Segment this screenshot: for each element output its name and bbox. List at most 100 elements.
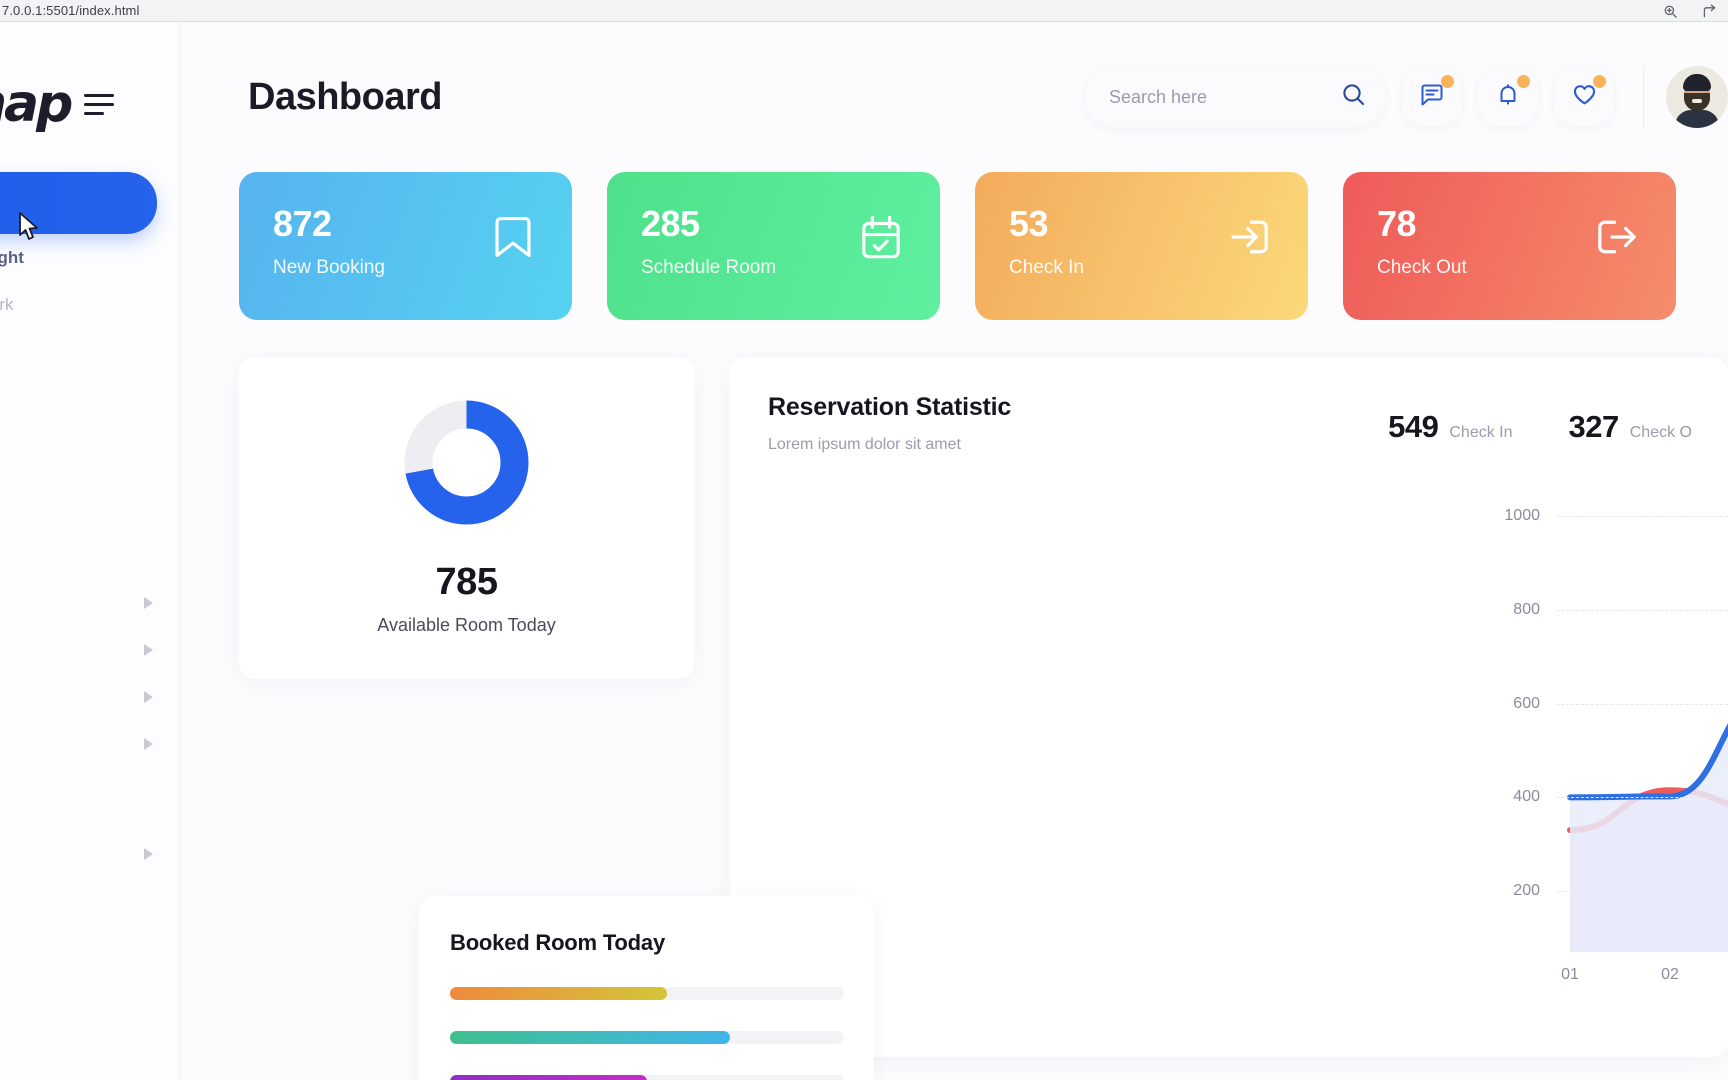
favorites-icon-button[interactable] [1555,68,1613,126]
stat-value: 53 [1009,203,1049,244]
notification-icon-button[interactable] [1479,68,1537,126]
sidebar-item-label: ms [0,844,144,864]
chevron-right-icon [144,596,153,609]
hamburger-icon[interactable] [84,93,115,115]
chart-title: Reservation Statistic [768,393,1012,421]
gridline [1556,516,1728,518]
stat-label: Schedule Room [641,257,777,278]
sidebar-item-label: shboard [0,193,131,213]
sidebar-item-13[interactable]: ms [0,830,179,877]
stat-cards-row: 872 New Booking 285 Schedule Room 53 Check In… [180,172,1728,320]
sidebar-item-label: dget [0,797,153,817]
booked-room-title: Booked Room Today [450,930,665,955]
reservation-chart-plot: 10008006004002000102030405060708091011 [730,492,1728,992]
sidebar-item-4[interactable]: st Detail [0,375,179,422]
chart-kpi-label: Check In [1449,424,1513,441]
brand-area: nap [0,74,190,134]
sidebar-item-6[interactable]: m [0,469,179,516]
sidebar-nav[interactable]: shboard hboard Light hboard Dark st st Detai… [0,22,180,1080]
chevron-right-icon [144,643,153,656]
logout-arrow-icon [1590,210,1644,269]
x-axis-tick: 02 [1661,966,1679,983]
y-axis-tick: 800 [1513,600,1540,618]
stat-value: 78 [1377,203,1417,244]
sidebar-item-7[interactable]: ews [0,516,179,563]
zoom-in-icon[interactable] [1663,4,1678,19]
booked-room-bars [450,987,844,1080]
calendar-check-icon [854,210,908,269]
gridline [1556,797,1728,799]
bookmark-icon [486,210,540,269]
sidebar-item-label: gins [0,734,144,754]
stat-value: 872 [273,203,332,244]
available-room-label: Available Room Today [377,615,556,635]
favorites-badge [1593,75,1606,88]
search-box[interactable] [1085,67,1385,127]
sidebar-item-8[interactable]: ps [0,579,179,626]
sidebar-item-label: arts [0,640,144,660]
chevron-right-icon [144,690,153,703]
chart-kpis: 549 Check In 327 Check O [1388,393,1692,445]
message-icon-button[interactable] [1403,68,1461,126]
stat-card-2[interactable]: 53 Check In [975,172,1308,320]
available-room-donut [404,400,529,525]
chevron-right-icon [144,737,153,750]
sidebar-item-label: st [0,342,153,362]
sidebar-item-label: m [0,483,153,503]
stat-card-3[interactable]: 78 Check Out [1343,172,1676,320]
chart-kpi-label: Check O [1629,424,1692,441]
app-logo[interactable]: nap [0,74,73,134]
sidebar-item-5[interactable]: cierge [0,422,179,469]
chevron-right-icon [144,847,153,860]
chart-kpi-value: 549 [1388,409,1439,444]
header-actions [1085,66,1728,128]
sidebar-item-label: hboard Dark [0,294,14,314]
progress-bar-fill-1 [450,1031,730,1044]
stat-label: Check Out [1377,257,1467,278]
sidebar-item-10[interactable]: otstrap [0,673,179,720]
sidebar-item-label: ps [0,593,144,613]
sidebar-item-12[interactable]: dget [0,783,179,830]
message-icon [1419,82,1445,113]
available-room-card: 785 Available Room Today [239,357,694,679]
series-line-check-in [1567,723,1728,801]
bell-icon [1495,82,1521,113]
sidebar-item-9[interactable]: arts [0,626,179,673]
sidebar-item-3[interactable]: st [0,328,179,375]
x-axis-tick: 01 [1561,966,1579,983]
progress-bar-track-2 [450,1075,844,1080]
lower-row: 785 Available Room Today Reservation Sta… [180,320,1728,1057]
sidebar-item-2[interactable]: hboard Dark [0,281,179,328]
sidebar-item-label: hboard Light [0,247,24,267]
top-header: nap Dashboard [0,22,1728,172]
search-input[interactable] [1109,86,1341,108]
stat-label: Check In [1009,257,1084,278]
stat-label: New Booking [273,257,385,278]
stat-card-0[interactable]: 872 New Booking [239,172,572,320]
browser-toolbar: 7.0.0.1:5501/index.html [0,0,1728,22]
sidebar-item-label: cierge [0,436,153,456]
progress-bar-fill-0 [450,987,667,1000]
y-axis-tick: 400 [1513,788,1540,806]
chart-subtitle: Lorem ipsum dolor sit amet [768,436,961,453]
mouse-cursor [18,212,40,247]
progress-bar-track-0 [450,987,844,1000]
message-badge [1441,75,1454,88]
sidebar-item-label: ews [0,530,153,550]
share-icon[interactable] [1702,3,1718,19]
stat-card-1[interactable]: 285 Schedule Room [607,172,940,320]
page-title: Dashboard [248,75,442,118]
gridline [1556,891,1728,893]
gridline [1556,703,1728,705]
y-axis-tick: 600 [1513,694,1540,712]
sidebar-item-11[interactable]: gins [0,720,179,767]
available-room-value: 785 [435,561,498,603]
main-content: 872 New Booking 285 Schedule Room 53 Check In… [180,172,1728,1080]
avatar[interactable] [1666,66,1728,128]
search-icon[interactable] [1341,82,1367,113]
sidebar-item-label: otstrap [0,687,144,707]
progress-bar-track-1 [450,1031,844,1044]
chart-kpi-value: 327 [1568,409,1620,444]
gridline [1556,609,1728,611]
address-bar-url[interactable]: 7.0.0.1:5501/index.html [0,3,139,18]
